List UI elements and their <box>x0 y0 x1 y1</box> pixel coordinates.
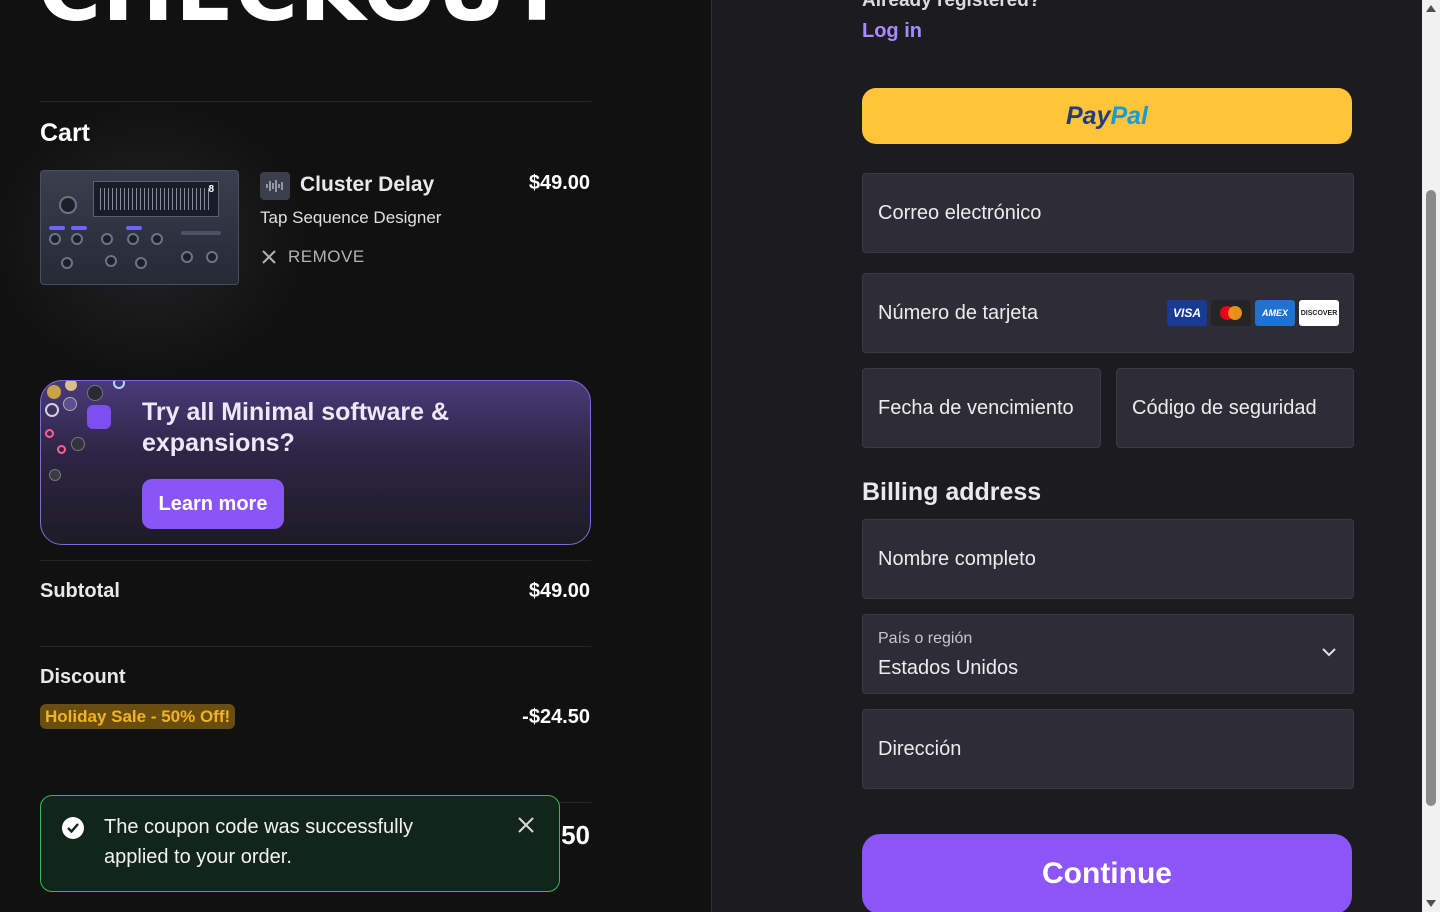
subtotal-value: $49.00 <box>528 580 590 602</box>
payment-panel: Already registered? Log in Pay Pal Correo… <box>711 0 1422 912</box>
login-link[interactable]: Log in <box>862 20 922 43</box>
remove-label: REMOVE <box>288 247 365 266</box>
plugin-screen-number: 8 <box>208 184 214 195</box>
discount-badge: Holiday Sale - 50% Off! <box>40 704 236 729</box>
success-toast: The coupon code was successfully applied… <box>40 795 560 892</box>
paypal-button[interactable]: Pay Pal <box>862 88 1352 144</box>
remove-item-button[interactable]: REMOVE <box>262 247 365 267</box>
continue-button[interactable]: Continue <box>862 834 1352 912</box>
toast-message: The coupon code was successfully applied… <box>104 816 414 868</box>
address-field[interactable]: Dirección <box>862 709 1354 789</box>
chevron-down-icon <box>1322 648 1336 657</box>
scrollbar[interactable] <box>1422 0 1440 912</box>
visa-icon: VISA <box>1167 300 1207 326</box>
cart-heading: Cart <box>40 119 91 147</box>
close-icon <box>518 817 534 833</box>
card-number-field[interactable]: Número de tarjeta VISA AMEX DISCOVER <box>862 273 1354 353</box>
page-title: CHECKOUT <box>38 0 567 34</box>
divider <box>40 646 591 647</box>
waveform-icon <box>260 172 290 200</box>
address-placeholder: Dirección <box>878 737 962 760</box>
full-name-field[interactable]: Nombre completo <box>862 519 1354 599</box>
country-select[interactable]: País o región Estados Unidos <box>862 614 1354 694</box>
country-label: País o región <box>878 630 973 647</box>
expiry-field[interactable]: Fecha de vencimiento <box>862 368 1101 448</box>
plugin-screen: 8 <box>93 181 219 217</box>
email-placeholder: Correo electrónico <box>878 201 1042 224</box>
amex-icon: AMEX <box>1255 300 1295 326</box>
card-brand-icons: VISA AMEX DISCOVER <box>1167 300 1339 326</box>
discount-label: Discount <box>40 666 126 688</box>
divider <box>40 560 591 561</box>
promo-banner: Try all Minimal software & expansions? L… <box>40 380 591 545</box>
security-code-placeholder: Código de seguridad <box>1132 396 1317 419</box>
close-icon <box>262 250 276 264</box>
learn-more-button[interactable]: Learn more <box>142 479 284 529</box>
toast-close-button[interactable] <box>517 816 537 836</box>
email-field[interactable]: Correo electrónico <box>862 173 1354 253</box>
security-code-field[interactable]: Código de seguridad <box>1116 368 1354 448</box>
product-thumbnail: 8 <box>40 170 239 285</box>
already-registered-text: Already registered? <box>862 0 1041 11</box>
paypal-logo-pal: Pal <box>1110 101 1148 130</box>
check-circle-icon <box>62 817 84 839</box>
promo-text: Try all Minimal software & expansions? <box>142 398 450 457</box>
product-name: Cluster Delay <box>300 173 435 196</box>
expiry-placeholder: Fecha de vencimiento <box>878 396 1074 419</box>
paypal-logo-pay: Pay <box>1065 101 1111 130</box>
product-price: $49.00 <box>528 172 590 194</box>
cart-panel: CHECKOUT Cart 8 Cluster Delay Tap Sequen… <box>0 0 711 912</box>
subtotal-label: Subtotal <box>40 580 120 602</box>
card-number-placeholder: Número de tarjeta <box>878 301 1039 324</box>
mastercard-icon <box>1211 300 1251 326</box>
product-subtitle: Tap Sequence Designer <box>260 208 442 227</box>
discount-value: -$24.50 <box>522 706 590 728</box>
billing-heading: Billing address <box>862 478 1042 506</box>
discover-icon: DISCOVER <box>1299 300 1339 326</box>
scroll-down-arrow-icon[interactable] <box>1426 900 1436 907</box>
divider <box>40 101 591 102</box>
country-value: Estados Unidos <box>878 657 1019 679</box>
full-name-placeholder: Nombre completo <box>878 547 1036 570</box>
scroll-up-arrow-icon[interactable] <box>1426 5 1436 12</box>
scrollbar-thumb[interactable] <box>1426 190 1436 806</box>
